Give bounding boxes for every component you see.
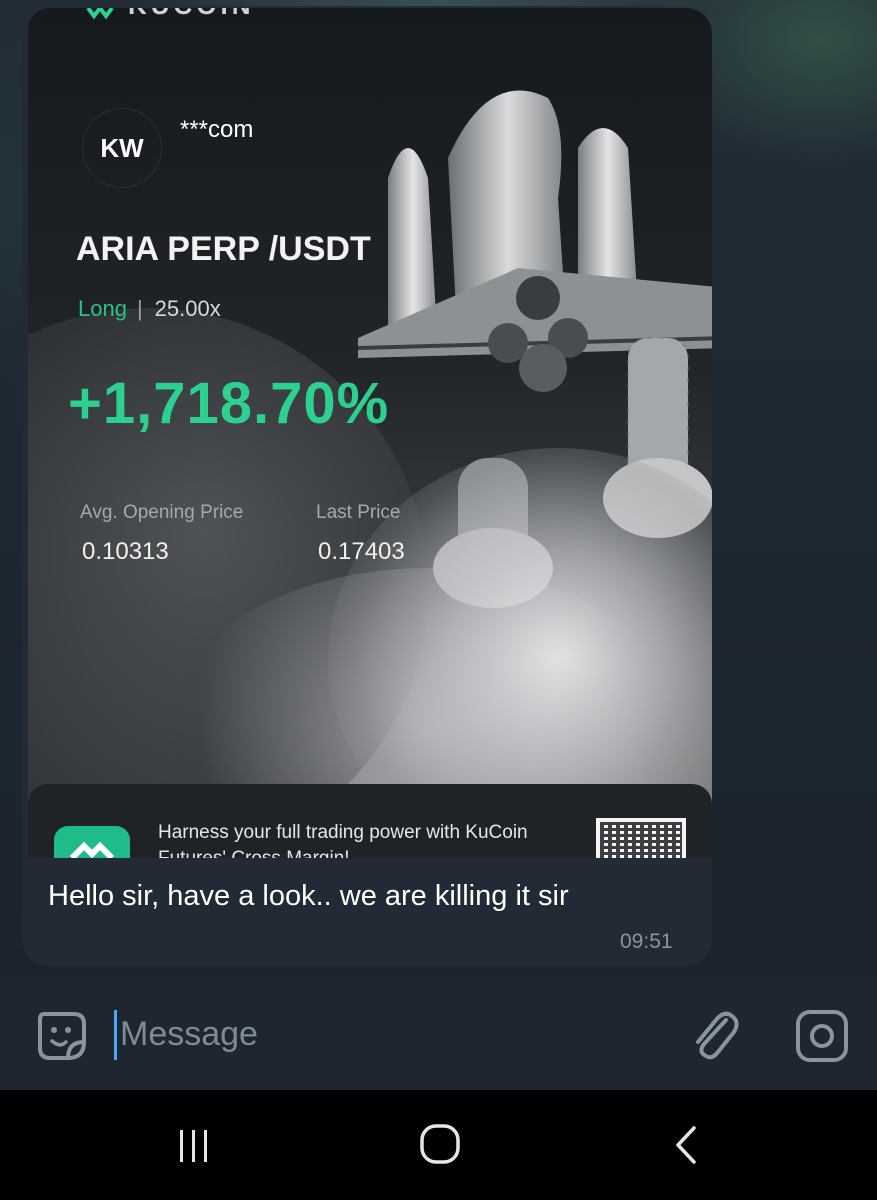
position-info: Long | 25.00x <box>78 296 221 322</box>
brand-fragment: KUCOIN <box>128 8 255 21</box>
paperclip-icon[interactable] <box>686 1006 742 1066</box>
pnl-share-card[interactable]: KUCOIN KW ***com ARIA PERP /USDT Long | … <box>28 8 712 858</box>
leverage: 25.00x <box>154 296 221 321</box>
avg-opening-price-value: 0.10313 <box>82 538 169 565</box>
promo-banner[interactable]: Harness your full trading power with KuC… <box>28 784 712 858</box>
trading-pair: ARIA PERP /USDT <box>76 230 371 268</box>
text-cursor <box>114 1010 117 1060</box>
promo-text: Harness your full trading power with KuC… <box>158 822 528 858</box>
last-price-label: Last Price <box>316 502 401 523</box>
message-time: 09:51 <box>620 930 673 953</box>
position-side: Long <box>78 296 127 321</box>
recent-apps-icon[interactable] <box>174 1126 214 1166</box>
kucoin-logo-icon <box>86 8 114 20</box>
message-bubble[interactable]: KUCOIN KW ***com ARIA PERP /USDT Long | … <box>22 8 712 966</box>
message-input[interactable] <box>120 1008 640 1060</box>
camera-icon[interactable] <box>794 1008 850 1064</box>
home-icon[interactable] <box>418 1122 462 1166</box>
sticker-icon[interactable] <box>34 1008 90 1064</box>
back-icon[interactable] <box>672 1124 702 1166</box>
avatar: KW <box>82 108 162 188</box>
pnl-percentage: +1,718.70% <box>68 371 390 436</box>
avg-opening-price-label: Avg. Opening Price <box>80 502 244 523</box>
message-text: Hello sir, have a look.. we are killing … <box>48 880 569 912</box>
last-price-value: 0.17403 <box>318 538 405 565</box>
separator: | <box>136 296 143 321</box>
qr-code <box>596 818 686 858</box>
top-edge <box>140 0 740 6</box>
system-navigation-bar <box>0 1090 877 1200</box>
message-composer <box>0 978 877 1090</box>
account-label: ***com <box>180 116 254 143</box>
kucoin-app-icon <box>54 826 130 858</box>
